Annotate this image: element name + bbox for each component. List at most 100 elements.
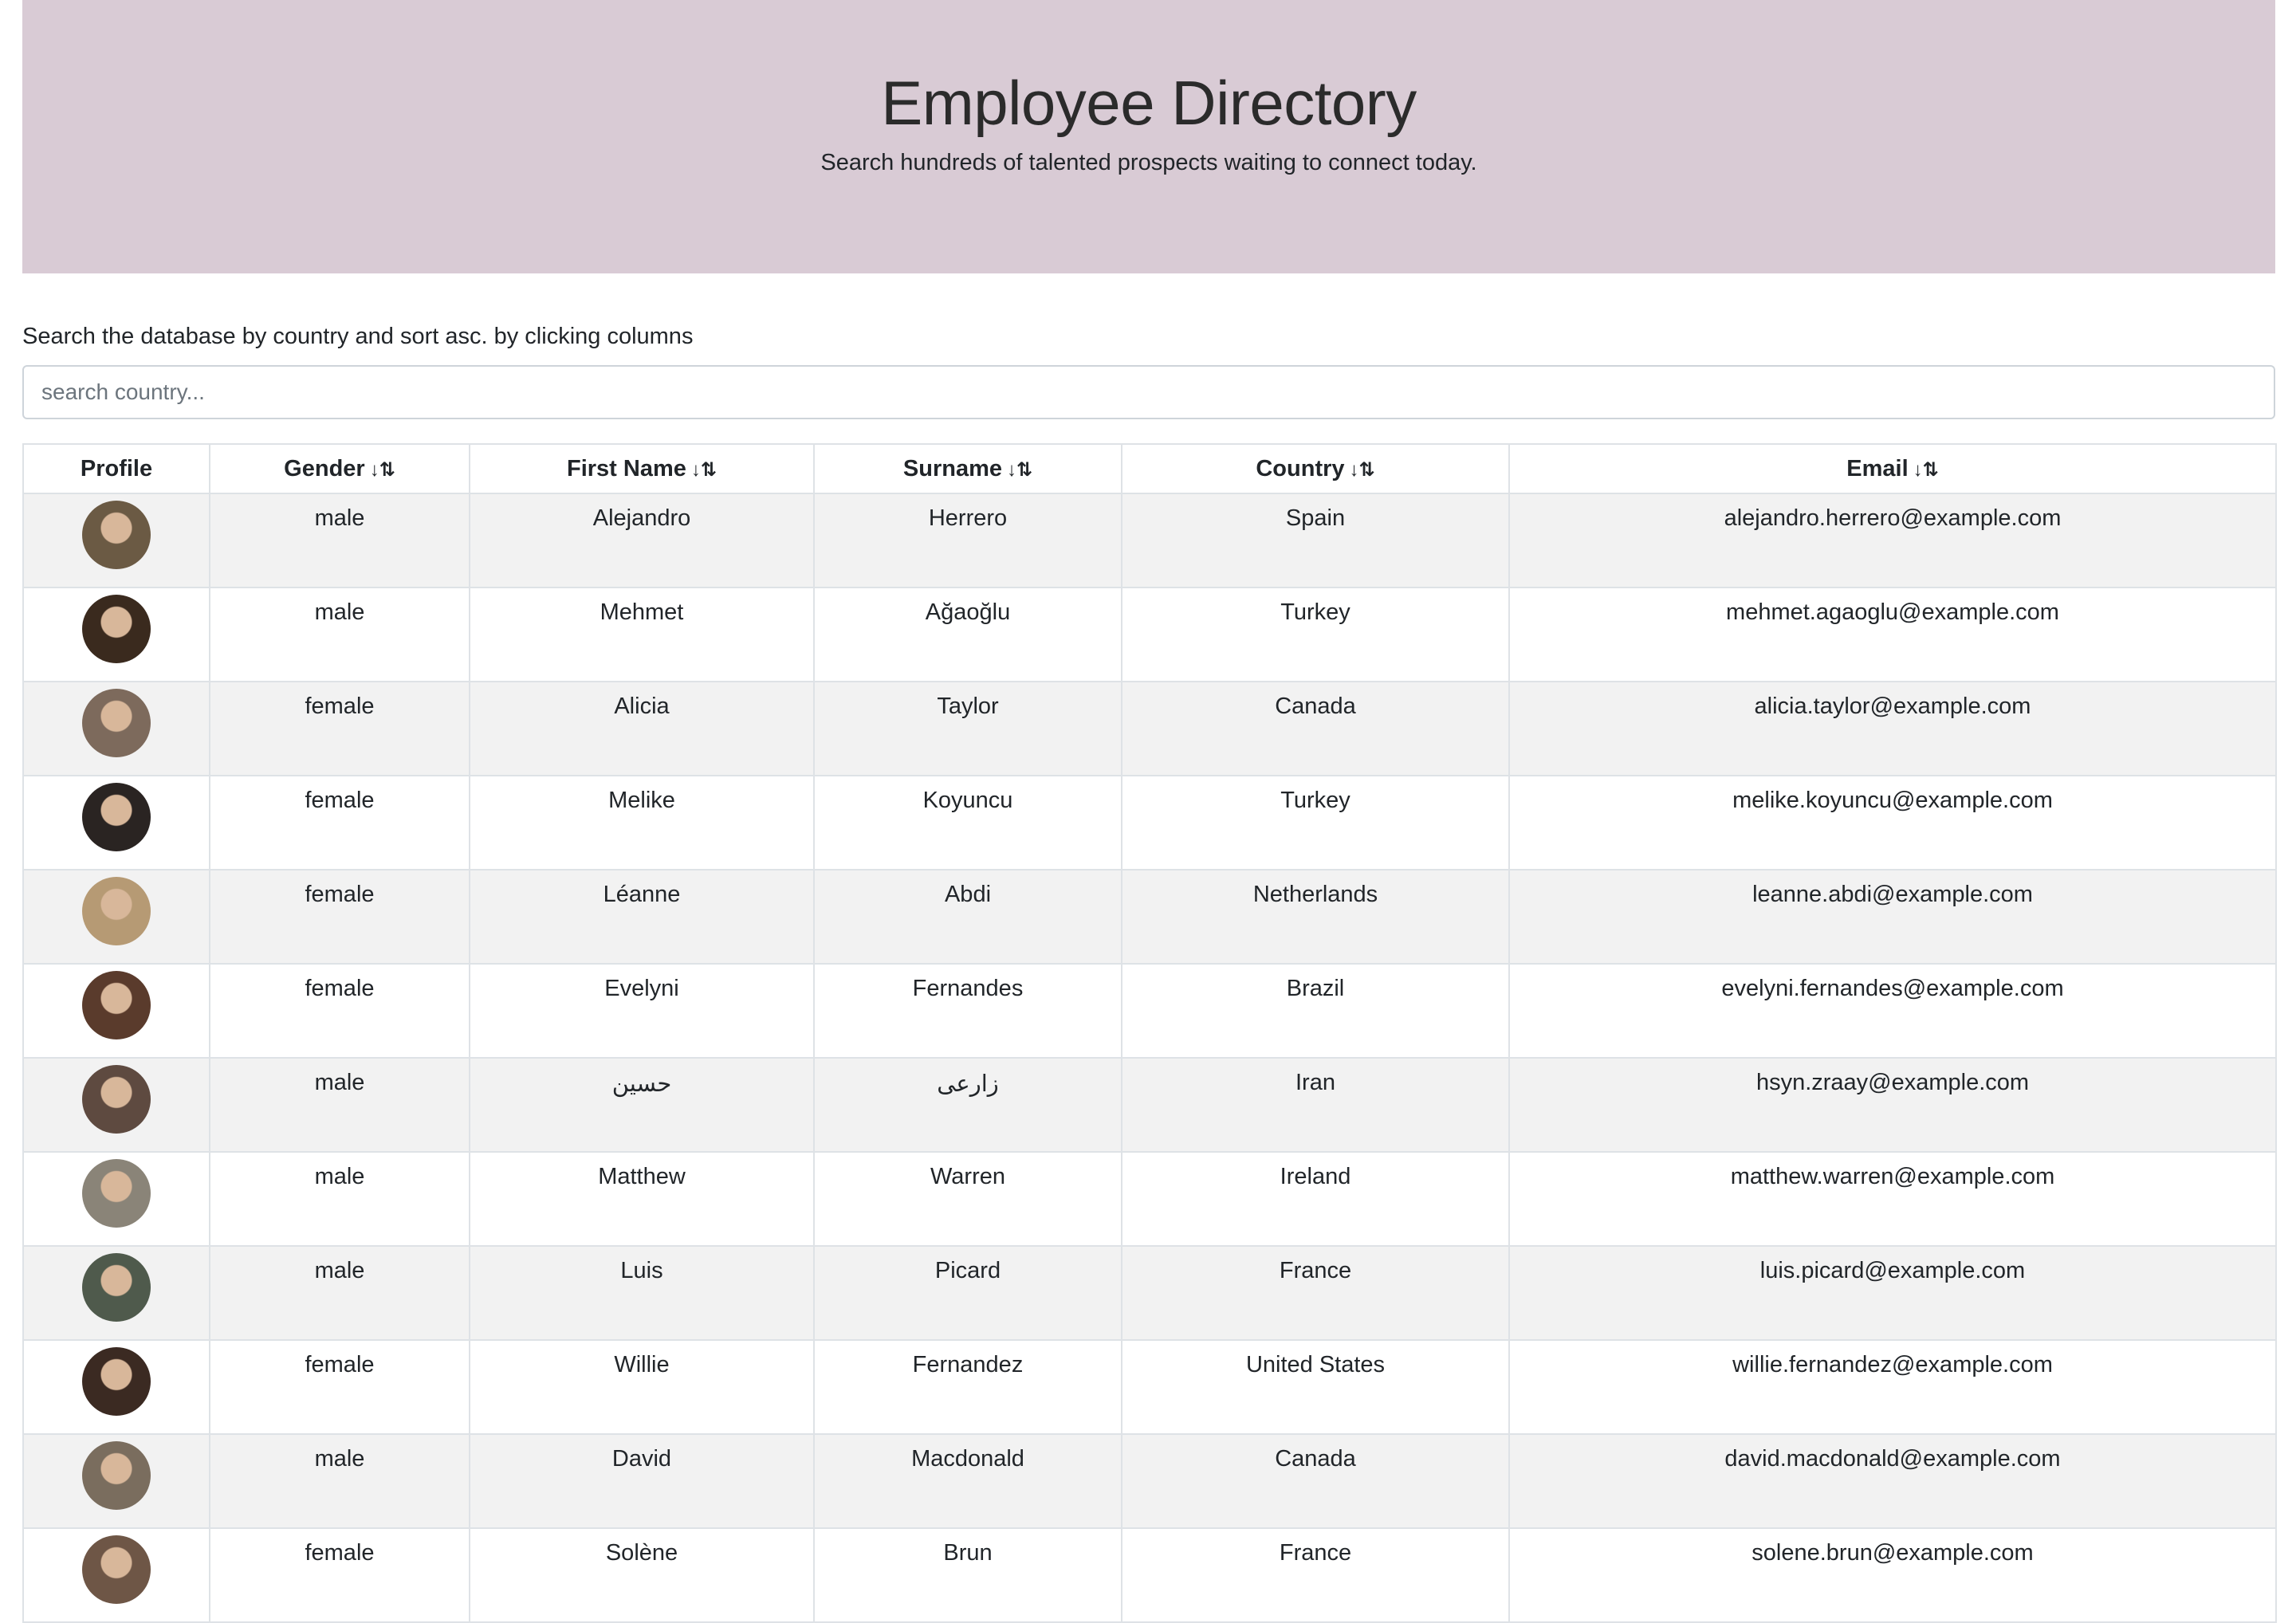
avatar — [82, 971, 151, 1039]
column-header-email[interactable]: Email ↓⇅ — [1508, 443, 2277, 494]
column-header-first-name[interactable]: First Name ↓⇅ — [469, 443, 815, 494]
email-cell: willie.fernandez@example.com — [1508, 1339, 2277, 1435]
email-cell: hsyn.zraay@example.com — [1508, 1057, 2277, 1153]
first-name-cell: Solène — [469, 1527, 815, 1623]
surname-cell: Brun — [813, 1527, 1122, 1623]
gender-cell: female — [209, 963, 470, 1059]
avatar — [82, 877, 151, 945]
gender-cell: female — [209, 681, 470, 776]
surname-cell: Fernandez — [813, 1339, 1122, 1435]
profile-cell — [22, 681, 210, 776]
sort-icon[interactable]: ↓⇅ — [1913, 459, 1939, 481]
avatar — [82, 1159, 151, 1228]
surname-cell: Picard — [813, 1245, 1122, 1341]
table-row: male Alejandro Herrero Spain alejandro.herre… — [22, 493, 2277, 588]
country-cell: Turkey — [1121, 587, 1510, 682]
surname-cell: Herrero — [813, 493, 1122, 588]
email-cell: melike.koyuncu@example.com — [1508, 775, 2277, 870]
profile-cell — [22, 1151, 210, 1247]
column-header-label: First Name — [567, 455, 686, 481]
table-row: female Léanne Abdi Netherlands leanne.abdi@e… — [22, 869, 2277, 965]
profile-cell — [22, 775, 210, 870]
column-header-label: Email — [1846, 455, 1909, 481]
avatar — [82, 1065, 151, 1134]
page: Employee Directory Search hundreds of ta… — [0, 0, 2296, 1623]
surname-cell: زارعی — [813, 1057, 1122, 1153]
surname-cell: Koyuncu — [813, 775, 1122, 870]
email-cell: luis.picard@example.com — [1508, 1245, 2277, 1341]
country-cell: Ireland — [1121, 1151, 1510, 1247]
table-row: female Evelyni Fernandes Brazil evelyni.fern… — [22, 963, 2277, 1059]
first-name-cell: Evelyni — [469, 963, 815, 1059]
email-cell: alicia.taylor@example.com — [1508, 681, 2277, 776]
avatar — [82, 595, 151, 663]
first-name-cell: Alicia — [469, 681, 815, 776]
first-name-cell: Mehmet — [469, 587, 815, 682]
country-cell: Netherlands — [1121, 869, 1510, 965]
gender-cell: male — [209, 493, 470, 588]
table-row: female Solène Brun France solene.brun@exampl… — [22, 1527, 2277, 1623]
sort-icon[interactable]: ↓⇅ — [1007, 459, 1032, 481]
surname-cell: Ağaoğlu — [813, 587, 1122, 682]
page-subtitle: Search hundreds of talented prospects wa… — [820, 150, 1477, 175]
gender-cell: male — [209, 1151, 470, 1247]
gender-cell: male — [209, 1057, 470, 1153]
profile-cell — [22, 869, 210, 965]
column-header-label: Country — [1256, 455, 1345, 481]
email-cell: mehmet.agaoglu@example.com — [1508, 587, 2277, 682]
country-cell: France — [1121, 1527, 1510, 1623]
column-header-surname[interactable]: Surname ↓⇅ — [813, 443, 1122, 494]
gender-cell: male — [209, 587, 470, 682]
column-header-label: Gender — [284, 455, 365, 481]
first-name-cell: حسین — [469, 1057, 815, 1153]
sort-icon[interactable]: ↓⇅ — [691, 459, 717, 481]
search-country-input[interactable] — [22, 365, 2275, 419]
column-header-country[interactable]: Country ↓⇅ — [1121, 443, 1510, 494]
column-header-label: Profile — [80, 455, 153, 481]
gender-cell: female — [209, 1339, 470, 1435]
avatar — [82, 501, 151, 569]
column-header-gender[interactable]: Gender ↓⇅ — [209, 443, 470, 494]
gender-cell: female — [209, 1527, 470, 1623]
avatar — [82, 1347, 151, 1416]
avatar — [82, 1535, 151, 1604]
email-cell: alejandro.herrero@example.com — [1508, 493, 2277, 588]
column-header-profile: Profile — [22, 443, 210, 494]
first-name-cell: Melike — [469, 775, 815, 870]
country-cell: United States — [1121, 1339, 1510, 1435]
table-row: male David Macdonald Canada david.macdonald@… — [22, 1433, 2277, 1529]
email-cell: evelyni.fernandes@example.com — [1508, 963, 2277, 1059]
profile-cell — [22, 1245, 210, 1341]
surname-cell: Abdi — [813, 869, 1122, 965]
avatar — [82, 1441, 151, 1510]
table-row: female Willie Fernandez United States willie… — [22, 1339, 2277, 1435]
avatar — [82, 1253, 151, 1322]
country-cell: Iran — [1121, 1057, 1510, 1153]
profile-cell — [22, 587, 210, 682]
surname-cell: Macdonald — [813, 1433, 1122, 1529]
employee-table: Profile Gender ↓⇅ First Name ↓⇅ Surname ↓⇅ Coun… — [22, 443, 2277, 1623]
email-cell: david.macdonald@example.com — [1508, 1433, 2277, 1529]
gender-cell: male — [209, 1245, 470, 1341]
gender-cell: female — [209, 775, 470, 870]
table-row: male حسین زارعی Iran hsyn.zraay@example.com — [22, 1057, 2277, 1153]
page-title: Employee Directory — [881, 68, 1417, 138]
country-cell: Canada — [1121, 1433, 1510, 1529]
sort-icon[interactable]: ↓⇅ — [1350, 459, 1375, 481]
search-instructions: Search the database by country and sort … — [22, 324, 694, 349]
first-name-cell: Willie — [469, 1339, 815, 1435]
table-row: female Alicia Taylor Canada alicia.taylor@ex… — [22, 681, 2277, 776]
sort-icon[interactable]: ↓⇅ — [370, 459, 395, 481]
column-header-label: Surname — [902, 455, 1002, 481]
country-cell: France — [1121, 1245, 1510, 1341]
gender-cell: female — [209, 869, 470, 965]
profile-cell — [22, 963, 210, 1059]
surname-cell: Taylor — [813, 681, 1122, 776]
email-cell: solene.brun@example.com — [1508, 1527, 2277, 1623]
gender-cell: male — [209, 1433, 470, 1529]
country-cell: Spain — [1121, 493, 1510, 588]
profile-cell — [22, 1339, 210, 1435]
avatar — [82, 783, 151, 851]
surname-cell: Warren — [813, 1151, 1122, 1247]
table-header-row: Profile Gender ↓⇅ First Name ↓⇅ Surname ↓⇅ Coun… — [22, 443, 2277, 494]
